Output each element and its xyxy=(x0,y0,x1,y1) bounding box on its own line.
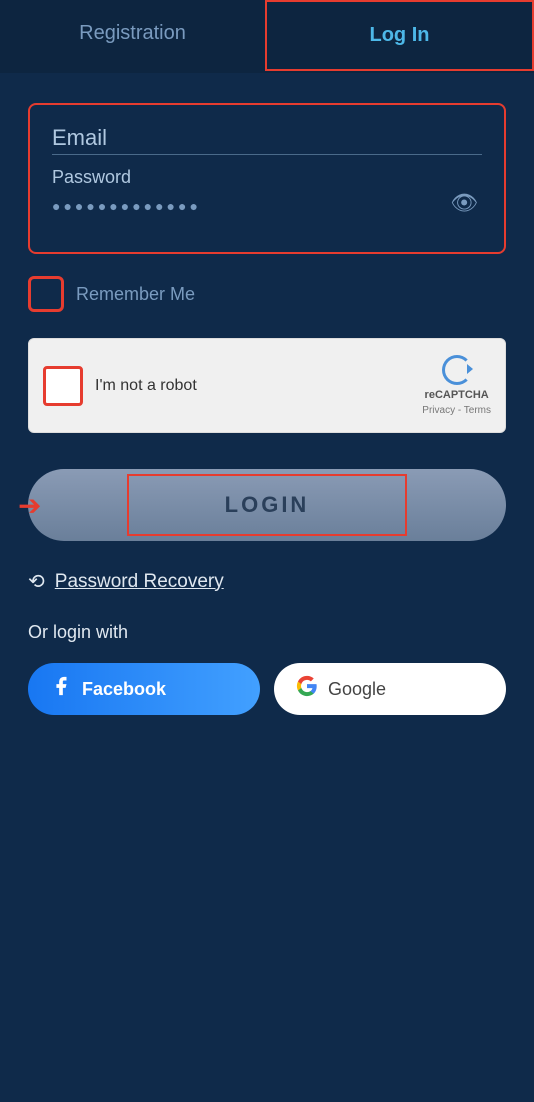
facebook-login-button[interactable]: Facebook xyxy=(28,663,260,715)
password-dots: ●●●●●●●●●●●●● xyxy=(52,192,482,220)
recaptcha-text: I'm not a robot xyxy=(95,377,197,395)
eye-icon[interactable]: 👁 xyxy=(450,190,478,216)
tab-login[interactable]: Log In xyxy=(265,0,534,71)
login-tab-label: Log In xyxy=(370,24,430,46)
recaptcha-links: Privacy - Terms xyxy=(422,405,491,416)
login-button[interactable]: LOGIN xyxy=(127,474,408,536)
remember-me-row: Remember Me xyxy=(28,276,506,312)
password-recovery-link[interactable]: Password Recovery xyxy=(55,571,224,593)
email-input[interactable] xyxy=(52,125,482,155)
tab-registration[interactable]: Registration xyxy=(0,0,265,71)
arrow-right-icon: ➔ xyxy=(18,489,41,522)
recovery-icon: ⟲ xyxy=(28,569,45,594)
recaptcha-checkbox[interactable] xyxy=(43,366,83,406)
social-buttons: Facebook Google xyxy=(28,663,506,715)
google-login-button[interactable]: Google xyxy=(274,663,506,715)
or-login-section: Or login with Facebook xyxy=(28,622,506,715)
facebook-icon xyxy=(50,675,72,703)
tab-bar: Registration Log In xyxy=(0,0,534,73)
main-content: Password ●●●●●●●●●●●●● 👁 Remember Me I'm… xyxy=(0,73,534,745)
login-button-outer: LOGIN xyxy=(28,469,506,541)
recaptcha-left: I'm not a robot xyxy=(43,366,197,406)
password-field-group: Password ●●●●●●●●●●●●● 👁 xyxy=(52,167,482,220)
remember-me-checkbox[interactable] xyxy=(28,276,64,312)
recaptcha-brand: reCAPTCHA xyxy=(425,389,489,401)
login-button-label: LOGIN xyxy=(225,492,310,517)
recaptcha-widget[interactable]: I'm not a robot reCAPTCHA Privacy - Term… xyxy=(28,338,506,433)
login-button-area: ➔ LOGIN xyxy=(28,469,506,541)
recaptcha-arrows-icon xyxy=(442,355,472,385)
registration-tab-label: Registration xyxy=(79,22,186,44)
facebook-label: Facebook xyxy=(82,679,166,700)
remember-me-label: Remember Me xyxy=(76,284,195,305)
password-recovery-row: ⟲ Password Recovery xyxy=(28,569,506,594)
google-label: Google xyxy=(328,679,386,700)
or-login-label: Or login with xyxy=(28,622,506,643)
recaptcha-right: reCAPTCHA Privacy - Terms xyxy=(422,355,491,416)
password-label: Password xyxy=(52,167,482,188)
email-field-group xyxy=(52,125,482,155)
google-icon xyxy=(296,675,318,703)
login-form-box: Password ●●●●●●●●●●●●● 👁 xyxy=(28,103,506,254)
checkbox-inner xyxy=(35,283,57,305)
